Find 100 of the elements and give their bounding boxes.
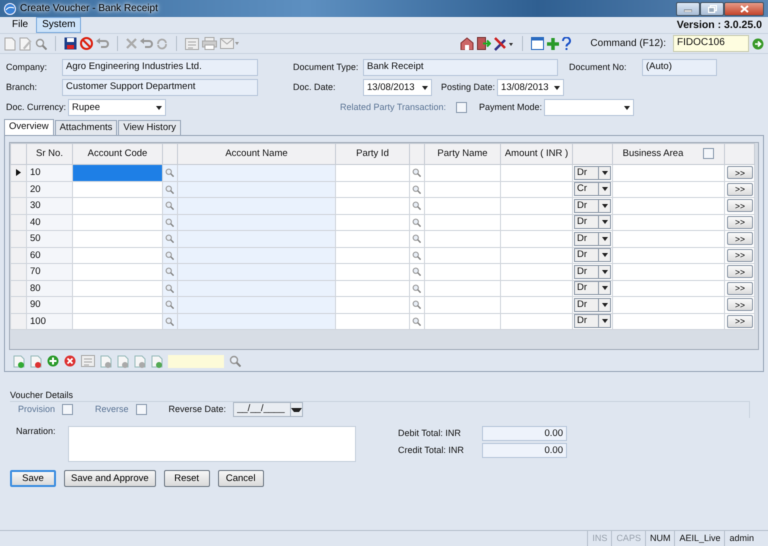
menu-item[interactable]: System (36, 17, 82, 33)
currency-dropdown[interactable]: Rupee (68, 99, 166, 116)
lookup-icon[interactable] (412, 201, 421, 210)
input-cell[interactable] (178, 280, 336, 296)
details-button[interactable]: >> (727, 282, 753, 295)
input-cell[interactable] (336, 313, 410, 330)
document-icon[interactable] (151, 354, 163, 368)
lookup-icon[interactable] (165, 201, 174, 210)
lookup-icon[interactable] (412, 168, 421, 178)
help-icon[interactable] (562, 37, 572, 50)
lookup-icon[interactable] (165, 284, 174, 293)
menu-item[interactable]: File (6, 17, 34, 33)
lookup-icon[interactable] (412, 218, 421, 227)
input-cell[interactable] (336, 264, 410, 280)
input-cell[interactable] (178, 181, 336, 198)
input-cell[interactable] (424, 198, 500, 214)
filter-field[interactable] (168, 354, 224, 368)
input-cell[interactable] (500, 198, 572, 214)
list-icon[interactable] (81, 355, 95, 368)
add-icon[interactable] (47, 355, 59, 368)
input-cell[interactable] (500, 214, 572, 230)
input-cell[interactable] (336, 214, 410, 230)
input-cell[interactable] (424, 214, 500, 230)
debit-credit-dropdown[interactable]: Dr (574, 314, 611, 328)
text-field[interactable]: Bank Receipt (363, 59, 558, 76)
input-cell[interactable] (72, 164, 162, 181)
input-cell[interactable] (72, 280, 162, 296)
input-cell[interactable] (72, 247, 162, 264)
command-field[interactable]: FIDOC106 (673, 35, 749, 52)
lookup-icon[interactable] (165, 218, 174, 227)
action-button[interactable]: Cancel (218, 470, 264, 487)
lookup-icon[interactable] (165, 234, 174, 244)
action-button[interactable]: Save (10, 470, 56, 487)
cancel-icon[interactable] (80, 37, 93, 50)
tab[interactable]: Attachments (54, 120, 118, 135)
input-cell[interactable] (336, 198, 410, 214)
search-icon[interactable] (35, 38, 47, 50)
plus-icon[interactable] (547, 38, 560, 50)
house-icon[interactable] (460, 37, 474, 50)
tab[interactable]: Overview (4, 119, 54, 135)
input-cell[interactable] (424, 230, 500, 247)
document-icon[interactable] (134, 354, 146, 368)
text-field[interactable]: Customer Support Department (62, 79, 258, 96)
lookup-icon[interactable] (412, 267, 421, 276)
input-cell[interactable] (612, 230, 724, 247)
list-icon[interactable] (185, 38, 199, 50)
search-icon[interactable] (229, 355, 241, 368)
debit-credit-dropdown[interactable]: Dr (574, 264, 611, 279)
input-cell[interactable] (72, 264, 162, 280)
input-cell[interactable] (178, 313, 336, 330)
input-cell[interactable] (72, 181, 162, 198)
input-cell[interactable] (500, 247, 572, 264)
input-cell[interactable] (72, 313, 162, 330)
input-cell[interactable] (424, 313, 500, 330)
input-cell[interactable] (612, 247, 724, 264)
debit-credit-dropdown[interactable]: Dr (574, 281, 611, 296)
text-field[interactable]: Agro Engineering Industries Ltd. (62, 59, 258, 76)
checkbox[interactable] (703, 148, 714, 160)
debit-credit-dropdown[interactable]: Dr (574, 298, 611, 312)
input-cell[interactable] (336, 280, 410, 296)
lookup-icon[interactable] (412, 300, 421, 310)
input-cell[interactable] (424, 181, 500, 198)
debit-credit-dropdown[interactable]: Dr (574, 232, 611, 246)
details-button[interactable]: >> (727, 314, 753, 328)
lookup-icon[interactable] (412, 316, 421, 326)
input-cell[interactable] (178, 264, 336, 280)
lookup-icon[interactable] (165, 184, 174, 194)
input-cell[interactable] (424, 264, 500, 280)
input-cell[interactable] (612, 296, 724, 313)
document-icon[interactable] (100, 354, 112, 368)
input-cell[interactable] (500, 230, 572, 247)
lookup-icon[interactable] (165, 168, 174, 178)
debit-credit-dropdown[interactable]: Dr (574, 166, 611, 180)
delete-icon[interactable] (64, 355, 76, 368)
debit-credit-dropdown[interactable]: Dr (574, 198, 611, 213)
tab[interactable]: View History (118, 120, 182, 135)
input-cell[interactable] (336, 296, 410, 313)
debit-credit-dropdown[interactable]: Dr (574, 248, 611, 262)
checkbox[interactable] (456, 102, 468, 113)
debit-credit-dropdown[interactable]: Cr (574, 182, 611, 196)
lookup-icon[interactable] (412, 250, 421, 260)
action-button[interactable]: Save and Approve (64, 470, 156, 487)
details-button[interactable]: >> (727, 166, 753, 180)
details-button[interactable]: >> (727, 298, 753, 312)
input-cell[interactable] (336, 247, 410, 264)
input-cell[interactable] (424, 296, 500, 313)
lookup-icon[interactable] (165, 267, 174, 276)
narration-field[interactable] (68, 426, 356, 462)
input-cell[interactable] (178, 247, 336, 264)
mail-icon[interactable] (220, 38, 240, 49)
tools-icon[interactable] (494, 36, 514, 50)
undo-icon[interactable] (96, 38, 109, 50)
restore-button[interactable] (700, 2, 724, 16)
input-cell[interactable] (612, 164, 724, 181)
input-cell[interactable] (336, 181, 410, 198)
details-button[interactable]: >> (727, 248, 753, 262)
document-icon[interactable] (117, 354, 129, 368)
input-cell[interactable] (424, 280, 500, 296)
input-cell[interactable] (178, 214, 336, 230)
lookup-icon[interactable] (412, 284, 421, 293)
